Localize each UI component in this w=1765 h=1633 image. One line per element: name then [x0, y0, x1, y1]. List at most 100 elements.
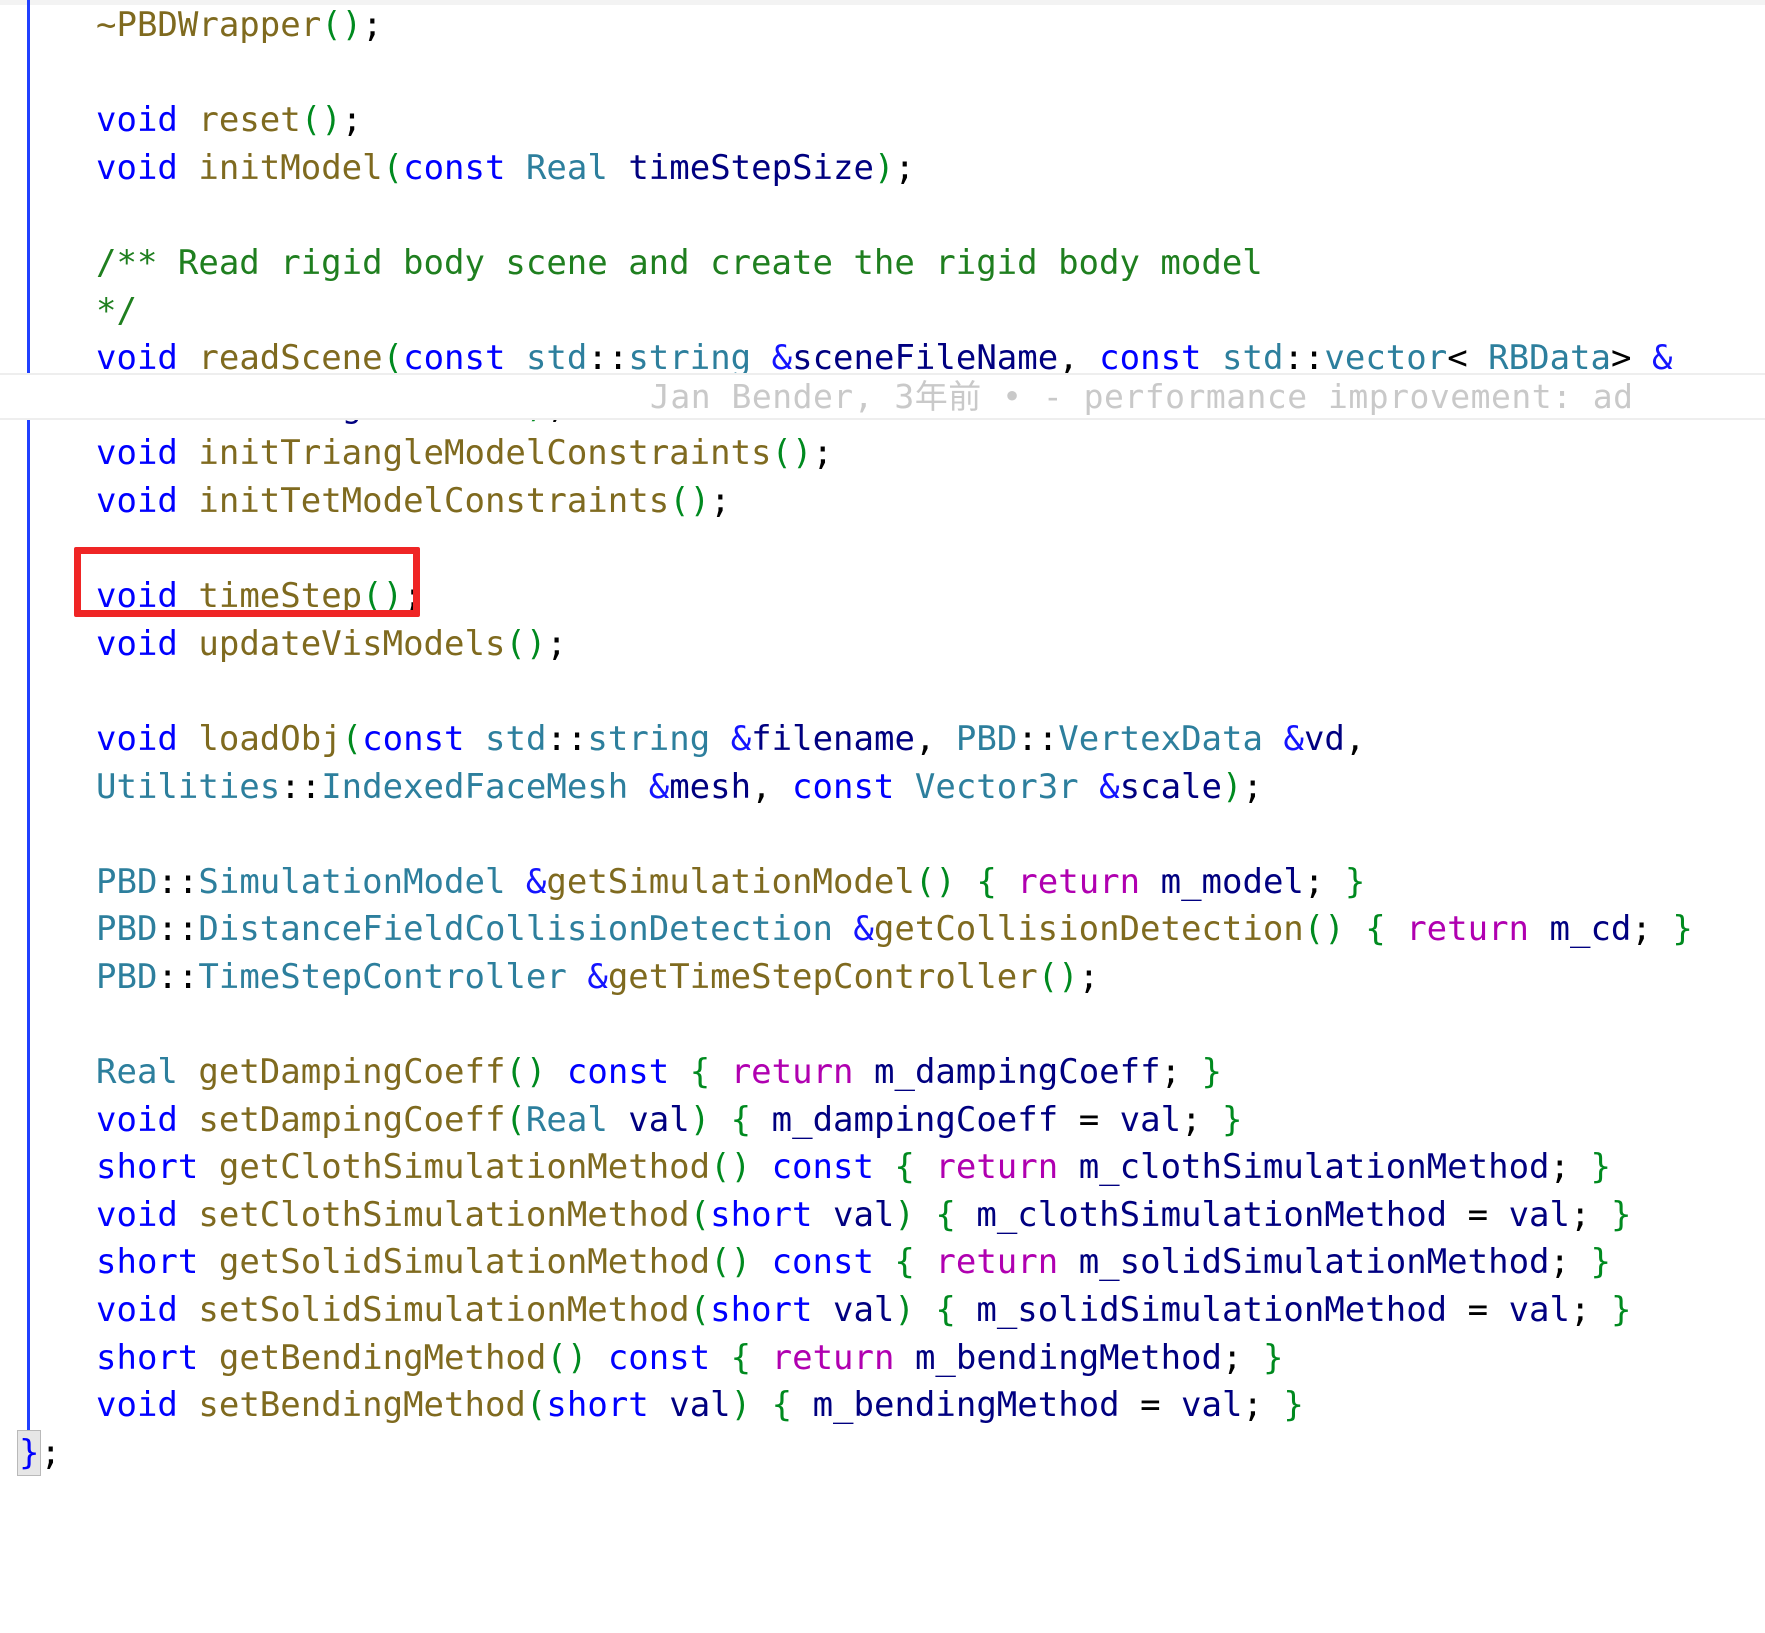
code-token: = [1058, 1099, 1120, 1140]
code-line[interactable] [0, 50, 1765, 98]
code-token: ) [1221, 766, 1243, 807]
code-line[interactable]: void timeStep(); [0, 573, 1765, 621]
code-token: val [1181, 1385, 1243, 1426]
code-token: ; [1242, 1385, 1284, 1426]
code-token: ) [873, 147, 895, 188]
code-token: Real [525, 147, 608, 188]
code-token: val [1508, 1290, 1570, 1331]
code-token: { [771, 1385, 793, 1426]
code-token: val [832, 1194, 895, 1235]
code-line[interactable]: void initModel(const Real timeStepSize); [0, 145, 1765, 193]
code-token: { [935, 1290, 956, 1331]
code-token: void [96, 1194, 178, 1235]
code-line[interactable]: Real getDampingCoeff() const { return m_… [0, 1049, 1765, 1097]
code-token: Utilities [96, 766, 281, 807]
code-line[interactable]: void loadObj(const std::string &filename… [0, 716, 1765, 764]
code-line[interactable]: void setDampingCoeff(Real val) { m_dampi… [0, 1097, 1765, 1145]
code-token: IndexedFaceMesh [321, 766, 629, 807]
code-token: additionalRigidBodies [96, 385, 526, 426]
code-line[interactable] [0, 811, 1765, 859]
code-line[interactable] [0, 192, 1765, 240]
code-token: ) [792, 433, 813, 474]
code-token: ; [1570, 1194, 1611, 1235]
code-line[interactable]: PBD::SimulationModel &getSimulationModel… [0, 859, 1765, 907]
code-token: short [710, 1290, 813, 1331]
code-line[interactable]: void reset(); [0, 97, 1765, 145]
code-line[interactable]: PBD::TimeStepController &getTimeStepCont… [0, 954, 1765, 1002]
code-token: setDampingCoeff [198, 1099, 506, 1140]
code-token: val [832, 1290, 895, 1331]
code-token: ) [730, 1242, 752, 1283]
code-line[interactable]: short getBendingMethod() const { return … [0, 1335, 1765, 1383]
code-token: readScene [198, 338, 383, 379]
code-token: short [96, 1242, 199, 1283]
code-token: ( [505, 1052, 526, 1093]
code-line[interactable]: void setSolidSimulationMethod(short val)… [0, 1287, 1765, 1335]
code-line[interactable]: /** Read rigid body scene and create the… [0, 240, 1765, 288]
code-line[interactable]: }; [0, 1429, 1765, 1478]
code-token: short [710, 1194, 813, 1235]
code-token: void [96, 100, 178, 141]
code-token: ( [1303, 909, 1325, 950]
code-token: } [1222, 1099, 1243, 1140]
code-token: ; [1303, 861, 1345, 902]
code-token: const [403, 338, 506, 379]
code-token: void [96, 718, 178, 759]
code-line[interactable]: Utilities::IndexedFaceMesh &mesh, const … [0, 764, 1765, 812]
code-token: ( [505, 623, 526, 664]
code-token: getDampingCoeff [198, 1052, 506, 1093]
code-token: const [403, 147, 506, 188]
code-line[interactable]: void updateVisModels(); [0, 621, 1765, 669]
code-token: ( [505, 1099, 526, 1140]
code-token: const [566, 1052, 670, 1093]
bracket-match-highlight: } [17, 1429, 42, 1476]
code-token: return [1017, 861, 1141, 902]
code-token: & [1099, 766, 1120, 807]
code-token: ; [1549, 1242, 1591, 1283]
code-token: ( [710, 1242, 731, 1283]
code-line[interactable]: void setBendingMethod(short val) { m_ben… [0, 1382, 1765, 1430]
code-token: { [730, 1337, 752, 1378]
code-token: val [628, 1099, 690, 1140]
code-line[interactable] [0, 526, 1765, 574]
code-line[interactable] [0, 1001, 1765, 1049]
code-line[interactable]: void setClothSimulationMethod(short val)… [0, 1192, 1765, 1240]
git-blame-annotation[interactable]: Jan Bender, 3年前 • - performance improvem… [650, 373, 1765, 420]
code-token: return [771, 1337, 895, 1378]
code-line[interactable]: void initTriangleModelConstraints(); [0, 430, 1765, 478]
code-line[interactable] [0, 668, 1765, 716]
code-token: ) [382, 576, 404, 617]
code-line[interactable]: short getSolidSimulationMethod() const {… [0, 1239, 1765, 1287]
code-token: ) [935, 861, 956, 902]
code-line[interactable]: ~PBDWrapper(); [0, 2, 1765, 50]
code-content[interactable]: ~PBDWrapper(); void reset(); void initMod… [0, 0, 1765, 1477]
code-token: :: [587, 338, 629, 379]
code-editor[interactable]: ~PBDWrapper(); void reset(); void initMod… [0, 0, 1765, 1633]
code-token: ; [40, 1432, 61, 1473]
code-line[interactable]: PBD::DistanceFieldCollisionDetection &ge… [0, 906, 1765, 954]
code-token: m_solidSimulationMethod [1078, 1242, 1550, 1283]
code-line[interactable]: short getClothSimulationMethod() const {… [0, 1144, 1765, 1192]
code-line[interactable]: void initTetModelConstraints(); [0, 478, 1765, 526]
code-token: ) [525, 385, 547, 426]
code-token: ; [1078, 956, 1100, 997]
code-token: , [751, 766, 793, 807]
code-line[interactable]: */ [0, 288, 1765, 336]
